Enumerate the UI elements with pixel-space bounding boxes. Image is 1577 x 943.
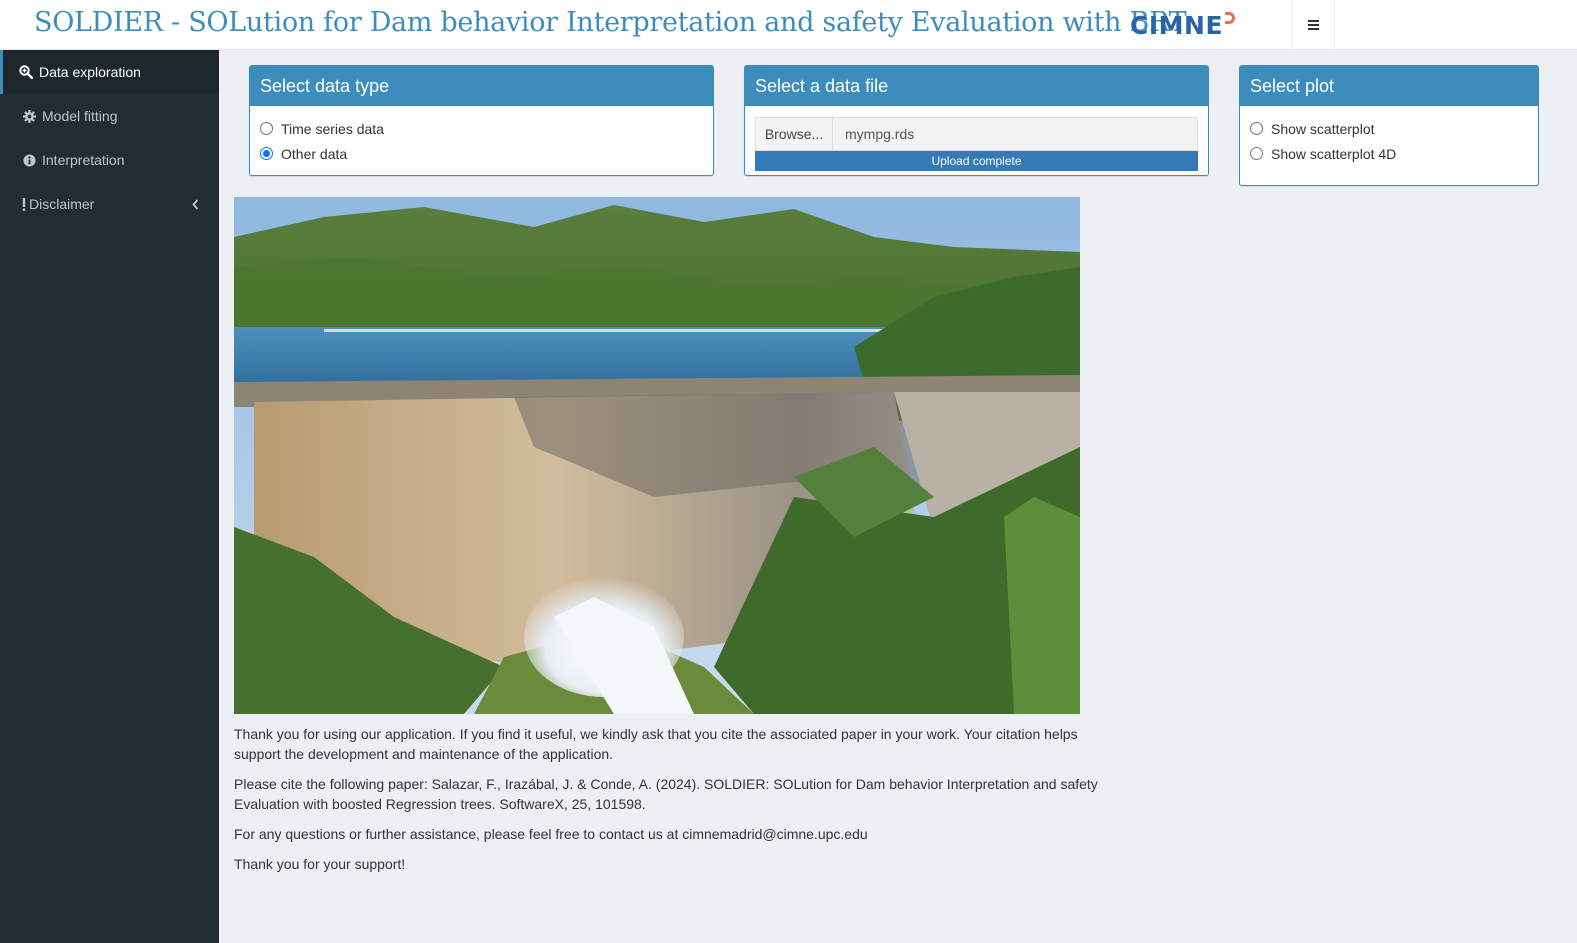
- file-input[interactable]: Browse... mympg.rds: [755, 117, 1198, 151]
- data-type-box: Select data type Time series data Other …: [249, 65, 714, 176]
- logo-mark-icon: [1225, 12, 1236, 24]
- sidebar: Data exploration Model fitting Interpret…: [0, 50, 219, 943]
- dam-photo: [234, 197, 1080, 714]
- radio-button[interactable]: [260, 122, 273, 135]
- box-title: Select data type: [250, 66, 713, 106]
- sidebar-toggle-button[interactable]: [1292, 0, 1335, 50]
- sidebar-item-interpretation[interactable]: Interpretation: [0, 138, 219, 182]
- cimne-logo: CIMNE: [1130, 10, 1236, 40]
- gear-icon: [21, 108, 37, 124]
- browse-button[interactable]: Browse...: [755, 117, 833, 151]
- sidebar-item-label: Interpretation: [42, 152, 125, 168]
- plot-box: Select plot Show scatterplot Show scatte…: [1239, 65, 1539, 186]
- radio-button[interactable]: [1250, 122, 1263, 135]
- file-name-field[interactable]: mympg.rds: [833, 117, 1198, 151]
- support-paragraph: Thank you for your support!: [234, 856, 406, 872]
- citation-paragraph: Please cite the following paper: Salazar…: [234, 776, 1098, 812]
- hamburger-menu-icon: [1308, 20, 1319, 30]
- thank-you-paragraph: Thank you for using our application. If …: [234, 726, 1078, 762]
- radio-label: Show scatterplot: [1271, 120, 1375, 137]
- exclamation-icon: [21, 196, 27, 212]
- box-title: Select a data file: [745, 66, 1208, 106]
- box-title: Select plot: [1240, 66, 1538, 106]
- info-circle-icon: [21, 152, 37, 168]
- top-header: SOLDIER - SOLution for Dam behavior Inte…: [0, 0, 1577, 50]
- sidebar-item-model-fitting[interactable]: Model fitting: [0, 94, 219, 138]
- logo-text: CIMNE: [1130, 10, 1224, 40]
- radio-label: Time series data: [281, 120, 384, 137]
- search-plus-icon: [18, 64, 34, 80]
- sidebar-item-data-exploration[interactable]: Data exploration: [0, 50, 219, 94]
- sidebar-item-label: Disclaimer: [29, 196, 95, 212]
- radio-label: Other data: [281, 145, 348, 162]
- radio-time-series[interactable]: Time series data: [260, 116, 703, 141]
- radio-other-data[interactable]: Other data: [260, 141, 703, 166]
- upload-progress: Upload complete: [755, 151, 1198, 171]
- sidebar-item-label: Data exploration: [39, 64, 141, 80]
- radio-label: Show scatterplot 4D: [1271, 145, 1397, 162]
- sidebar-item-disclaimer[interactable]: Disclaimer: [0, 182, 219, 226]
- radio-show-scatterplot-4d[interactable]: Show scatterplot 4D: [1250, 141, 1528, 166]
- chevron-left-icon[interactable]: [192, 197, 199, 213]
- radio-button[interactable]: [260, 147, 273, 160]
- radio-button[interactable]: [1250, 147, 1263, 160]
- app-title: SOLDIER - SOLution for Dam behavior Inte…: [34, 7, 1187, 38]
- upload-progress-bar: Upload complete: [755, 151, 1198, 171]
- sidebar-item-label: Model fitting: [42, 108, 118, 124]
- contact-paragraph: For any questions or further assistance,…: [234, 826, 868, 842]
- radio-show-scatterplot[interactable]: Show scatterplot: [1250, 116, 1528, 141]
- data-file-box: Select a data file Browse... mympg.rds U…: [744, 65, 1209, 176]
